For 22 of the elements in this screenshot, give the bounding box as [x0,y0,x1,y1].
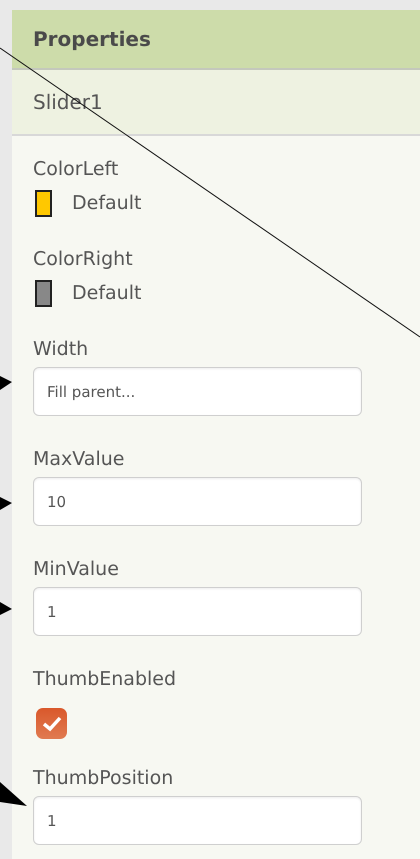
text-field[interactable]: Fill parent... [33,367,362,416]
color-swatch[interactable] [35,190,52,216]
property-label: ThumbPosition [33,766,174,791]
arrow-tip [0,782,27,806]
property-label: ColorRight [33,247,133,272]
arrow-tip [0,602,12,615]
arrow-tip [0,376,12,390]
property-label: ThumbEnabled [33,667,176,692]
text-field[interactable]: 1 [33,587,362,636]
color-swatch[interactable] [35,280,52,306]
arrow-tip [0,497,12,510]
color-value[interactable]: Default [72,282,142,304]
property-label: MaxValue [33,447,124,472]
text-field[interactable]: 10 [33,477,362,526]
checkmark-icon [42,716,62,732]
panel-title: Properties [33,27,151,51]
color-value[interactable]: Default [72,192,142,214]
text-field[interactable]: 1 [33,796,362,845]
checkbox[interactable] [36,708,67,739]
property-label: ColorLeft [33,157,118,182]
property-label: Width [33,337,88,362]
property-label: MinValue [33,557,119,582]
